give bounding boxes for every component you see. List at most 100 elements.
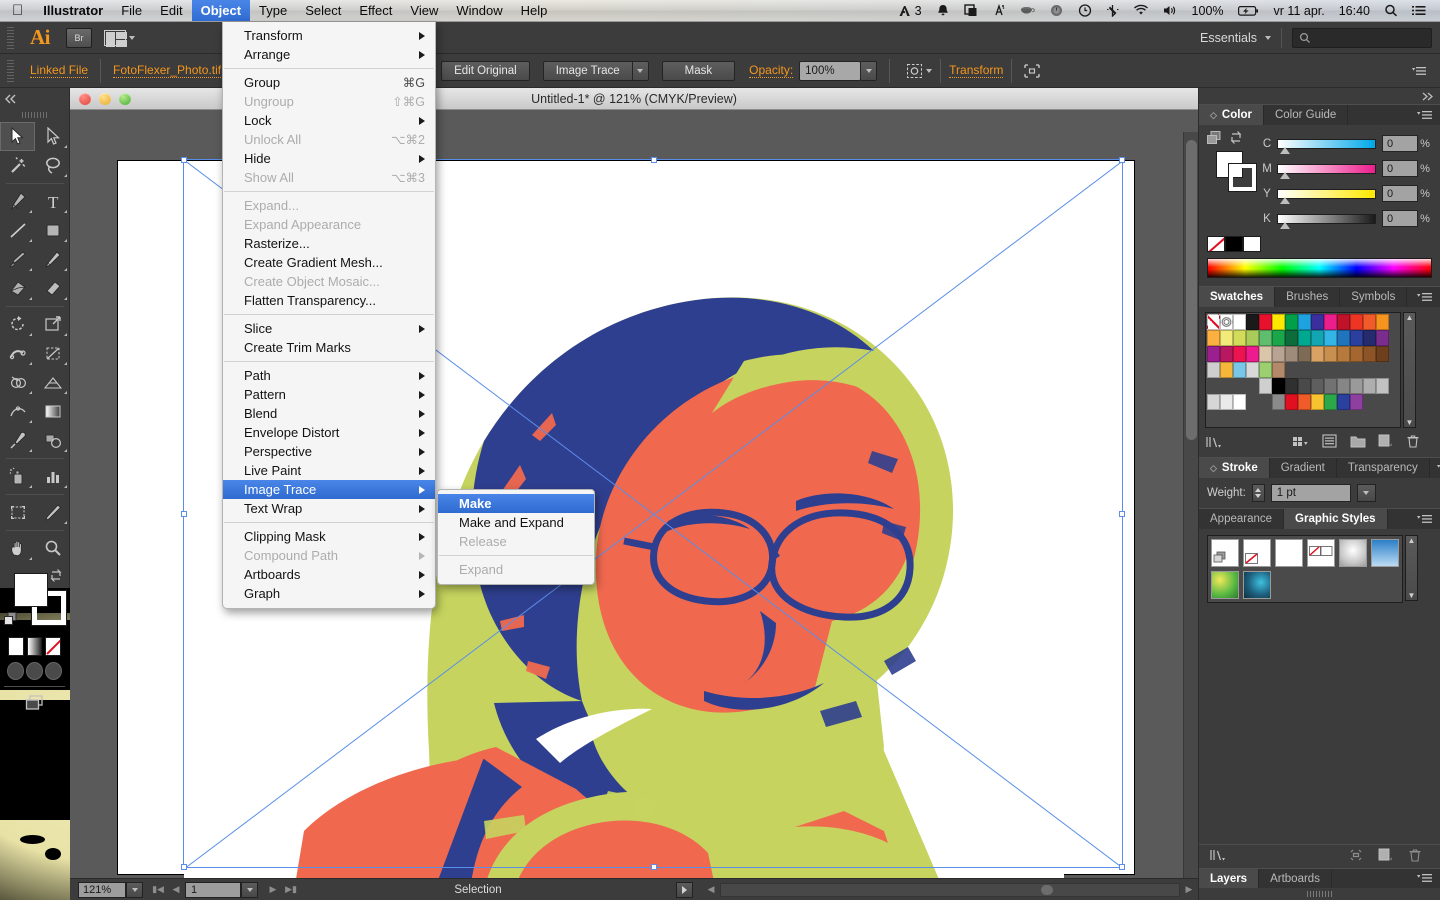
status-adobe-icon[interactable]: 3 (892, 0, 929, 21)
menu-window[interactable]: Window (447, 0, 511, 21)
previous-artboard-button[interactable]: ◀ (167, 882, 185, 898)
draw-behind-button[interactable] (26, 662, 43, 680)
scroll-up-arrow-icon[interactable]: ▲ (1406, 313, 1414, 322)
swatch[interactable] (1376, 330, 1389, 346)
swatch[interactable] (1337, 378, 1350, 394)
last-artboard-button[interactable]: ▶▮ (282, 882, 300, 898)
system-date[interactable]: vr 11 apr. (1267, 0, 1332, 21)
menu-item-live-paint[interactable]: Live Paint (223, 461, 435, 480)
tool-direct-selection[interactable] (35, 122, 70, 151)
scroll-down-arrow-icon[interactable]: ▼ (1406, 418, 1414, 427)
tool-rectangle[interactable] (35, 216, 70, 245)
submenu-item-make-and-expand[interactable]: Make and Expand (438, 513, 594, 532)
canvas-horizontal-scrollbar[interactable] (720, 882, 1180, 897)
delete-graphic-style-button[interactable] (1408, 848, 1440, 865)
swatch[interactable] (1376, 378, 1389, 394)
swatch[interactable] (1246, 314, 1259, 330)
menu-object[interactable]: Object (191, 0, 251, 21)
selection-handle[interactable] (651, 157, 657, 163)
swatch[interactable] (1272, 362, 1285, 378)
artboard-number-input[interactable]: 1 (185, 881, 241, 898)
stroke-weight-input[interactable]: 1 pt (1270, 484, 1351, 502)
menu-help[interactable]: Help (512, 0, 557, 21)
airport-icon[interactable] (985, 4, 1013, 17)
swatch[interactable] (1324, 314, 1337, 330)
swatch[interactable] (1311, 330, 1324, 346)
swatch[interactable] (1259, 378, 1272, 394)
apple-menu-icon[interactable]:  (0, 0, 34, 21)
menu-item-arrange[interactable]: Arrange (223, 45, 435, 64)
swatch[interactable] (1337, 394, 1350, 410)
screen-mode-button[interactable] (21, 691, 49, 715)
stroke-weight-dropdown[interactable] (1356, 484, 1376, 502)
select-similar-button[interactable] (902, 60, 926, 82)
dropbox-icon[interactable] (957, 4, 985, 17)
slider-knob[interactable] (1280, 196, 1290, 204)
tab-stroke[interactable]: ◇ Stroke (1199, 458, 1270, 478)
menu-view[interactable]: View (401, 0, 447, 21)
swatch[interactable] (1324, 394, 1337, 410)
swatch[interactable] (1350, 330, 1363, 346)
dock-expand-button[interactable] (1199, 88, 1440, 104)
tool-blob-brush[interactable] (0, 274, 35, 303)
appbar-grip[interactable] (6, 26, 15, 49)
menu-item-transform[interactable]: Transform (223, 26, 435, 45)
menu-app-name[interactable]: Illustrator (34, 0, 112, 21)
swatch[interactable] (1259, 330, 1272, 346)
next-artboard-button[interactable]: ▶ (264, 882, 282, 898)
swatch[interactable] (1207, 346, 1220, 362)
zoom-level-input[interactable]: 121% (78, 881, 126, 898)
swatch[interactable] (1311, 314, 1324, 330)
swatch-options-button[interactable] (1322, 433, 1350, 451)
graphic-style-soft-shadow[interactable] (1339, 539, 1367, 567)
menu-item-group[interactable]: Group ⌘G (223, 73, 435, 92)
tool-slice[interactable] (35, 498, 70, 527)
image-trace-button[interactable]: Image Trace (542, 60, 633, 81)
stroke-weight-stepper[interactable] (1251, 484, 1265, 502)
menu-item-path[interactable]: Path (223, 366, 435, 385)
selection-handle[interactable] (181, 511, 187, 517)
swatch[interactable] (1220, 394, 1233, 410)
edit-original-button[interactable]: Edit Original (441, 60, 530, 81)
mask-button[interactable]: Mask (661, 60, 736, 81)
first-artboard-button[interactable]: ▮◀ (149, 882, 167, 898)
arrange-documents-button[interactable] (104, 29, 135, 47)
none-fill-button[interactable] (45, 637, 62, 656)
graphic-styles-panel-menu-button[interactable] (1410, 509, 1440, 529)
swatch[interactable] (1220, 330, 1233, 346)
cyan-value-input[interactable]: 0 (1382, 135, 1418, 152)
swatch[interactable] (1220, 362, 1233, 378)
swatch[interactable] (1285, 378, 1298, 394)
hscroll-right-button[interactable]: ▶ (1180, 882, 1198, 898)
bell-icon[interactable] (929, 4, 957, 17)
menu-item-graph[interactable]: Graph (223, 584, 435, 603)
yellow-slider[interactable] (1277, 188, 1376, 204)
menu-item-slice[interactable]: Slice (223, 319, 435, 338)
selection-handle[interactable] (1119, 864, 1125, 870)
menu-select[interactable]: Select (296, 0, 350, 21)
tool-gradient[interactable] (35, 397, 70, 426)
menu-effect[interactable]: Effect (350, 0, 401, 21)
controlbar-menu-button[interactable] (1408, 60, 1432, 82)
graphic-style-blue-gradient[interactable] (1371, 539, 1399, 567)
tool-lasso[interactable] (35, 151, 70, 180)
graphic-style-default[interactable] (1211, 539, 1239, 567)
draw-inside-button[interactable] (45, 662, 62, 680)
volume-icon[interactable] (1156, 4, 1185, 17)
swatch[interactable] (1350, 314, 1363, 330)
swatch[interactable] (1324, 330, 1337, 346)
swatch[interactable] (1233, 330, 1246, 346)
image-trace-submenu[interactable]: Make Make and Expand Release Expand (437, 489, 595, 585)
swatch-libraries-button[interactable] (1205, 435, 1231, 449)
transform-link[interactable]: Transform (949, 63, 1004, 78)
swatch[interactable] (1272, 330, 1285, 346)
gradient-fill-button[interactable] (26, 637, 43, 656)
swatch[interactable] (1285, 346, 1298, 362)
magenta-value-input[interactable]: 0 (1382, 160, 1418, 177)
slider-knob[interactable] (1280, 171, 1290, 179)
swatch[interactable] (1272, 314, 1285, 330)
swatch[interactable] (1233, 346, 1246, 362)
submenu-item-make[interactable]: Make (438, 494, 594, 513)
tool-pencil[interactable] (35, 245, 70, 274)
swatch[interactable] (1207, 362, 1220, 378)
